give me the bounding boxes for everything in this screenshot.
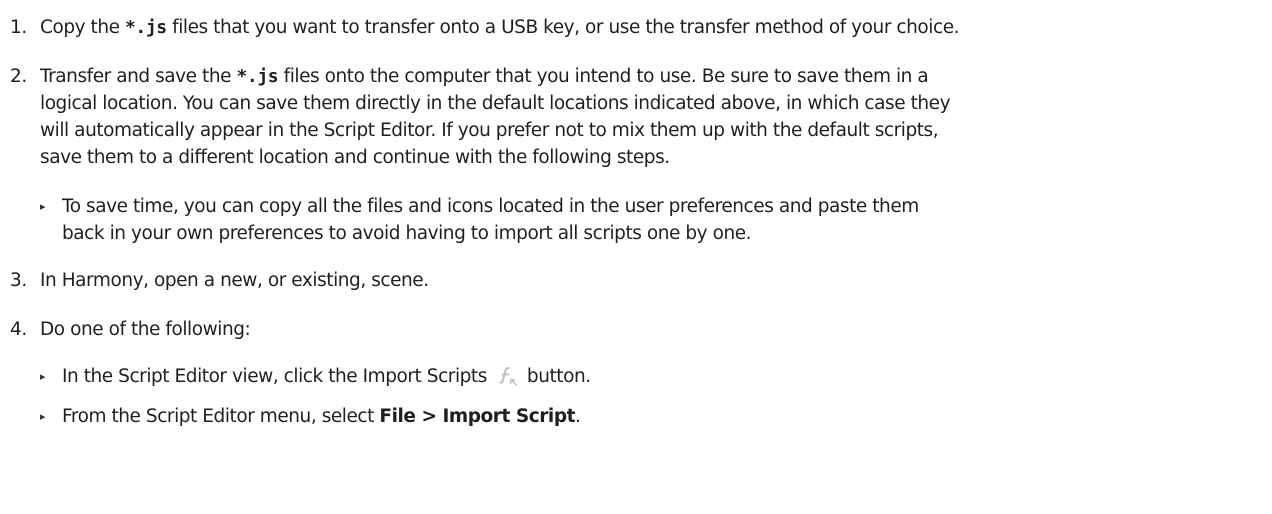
step-2-line-1: Transfer and save the *.js files onto th… [40,66,929,87]
step-number: 3. [10,270,27,291]
js-filename: *.js [125,17,167,38]
step-number: 1. [10,17,27,38]
bullet-marker: ▸ [40,200,46,213]
import-scripts-icon [495,365,519,387]
menu-path: File > Import Script [379,406,576,427]
step-2-line-4: save them to a different location and co… [40,147,670,168]
step-2-line-3: will automatically appear in the Script … [40,120,939,141]
step-2-bullet-line-2: back in your own preferences to avoid ha… [62,223,752,244]
step-1-text: Copy the *.js files that you want to tra… [40,17,960,38]
step-number: 2. [10,66,27,87]
bullet-marker: ▸ [40,370,46,383]
step-2-line-2: logical location. You can save them dire… [40,93,951,114]
step-4-text: Do one of the following: [40,319,251,340]
step-4-bullet-2: From the Script Editor menu, select File… [62,406,581,427]
step-number: 4. [10,319,27,340]
bullet-marker: ▸ [40,410,46,423]
step-2-bullet-line-1: To save time, you can copy all the files… [62,196,919,217]
step-4-bullet-1: In the Script Editor view, click the Imp… [62,365,591,387]
step-3-text: In Harmony, open a new, or existing, sce… [40,270,429,291]
js-filename: *.js [236,66,279,87]
